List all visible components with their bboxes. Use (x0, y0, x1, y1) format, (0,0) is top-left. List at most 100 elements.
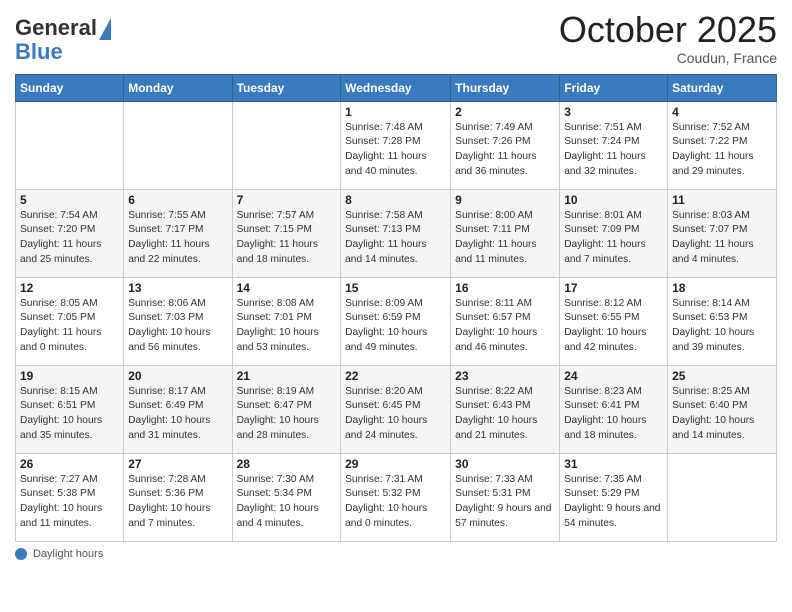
calendar-cell: 2 Sunrise: 7:49 AM Sunset: 7:26 PM Daylig… (451, 101, 560, 189)
day-number: 15 (345, 281, 446, 295)
day-info: Sunrise: 8:14 AM Sunset: 6:53 PM Dayligh… (672, 297, 772, 356)
day-info: Sunrise: 7:54 AM Sunset: 7:20 PM Dayligh… (20, 209, 119, 268)
title-block: October 2025 Coudun, France (559, 10, 777, 66)
calendar-header-row: SundayMondayTuesdayWednesdayThursdayFrid… (16, 74, 777, 101)
calendar-cell: 9 Sunrise: 8:00 AM Sunset: 7:11 PM Daylig… (451, 189, 560, 277)
calendar-cell: 12 Sunrise: 8:05 AM Sunset: 7:05 PM Dayli… (16, 277, 124, 365)
calendar-cell (668, 453, 777, 541)
col-header-friday: Friday (560, 74, 668, 101)
calendar-table: SundayMondayTuesdayWednesdayThursdayFrid… (15, 74, 777, 542)
page: General Blue October 2025 Coudun, France… (0, 0, 792, 612)
day-info: Sunrise: 8:19 AM Sunset: 6:47 PM Dayligh… (237, 385, 337, 444)
day-number: 22 (345, 369, 446, 383)
calendar-cell: 26 Sunrise: 7:27 AM Sunset: 5:38 PM Dayli… (16, 453, 124, 541)
week-row-2: 12 Sunrise: 8:05 AM Sunset: 7:05 PM Dayli… (16, 277, 777, 365)
calendar-cell: 24Sunrise: 8:23 AM Sunset: 6:41 PM Dayli… (560, 365, 668, 453)
footer-dot-icon (15, 548, 27, 560)
day-info: Sunrise: 7:33 AM Sunset: 5:31 PM Dayligh… (455, 473, 555, 532)
day-number: 23 (455, 369, 555, 383)
day-number: 14 (237, 281, 337, 295)
day-info: Sunrise: 7:52 AM Sunset: 7:22 PM Dayligh… (672, 121, 772, 180)
week-row-0: 1Sunrise: 7:48 AM Sunset: 7:28 PM Daylig… (16, 101, 777, 189)
day-info: Sunrise: 8:25 AM Sunset: 6:40 PM Dayligh… (672, 385, 772, 444)
calendar-cell: 3Sunrise: 7:51 AM Sunset: 7:24 PM Daylig… (560, 101, 668, 189)
day-info: Sunrise: 7:58 AM Sunset: 7:13 PM Dayligh… (345, 209, 446, 268)
calendar-cell: 21 Sunrise: 8:19 AM Sunset: 6:47 PM Dayli… (232, 365, 341, 453)
logo-general: General (15, 15, 97, 41)
logo-arrow-icon (99, 18, 111, 40)
calendar-cell: 20Sunrise: 8:17 AM Sunset: 6:49 PM Dayli… (124, 365, 232, 453)
day-info: Sunrise: 8:15 AM Sunset: 6:51 PM Dayligh… (20, 385, 119, 444)
day-number: 29 (345, 457, 446, 471)
day-number: 12 (20, 281, 119, 295)
footer: Daylight hours (15, 548, 777, 560)
day-info: Sunrise: 8:08 AM Sunset: 7:01 PM Dayligh… (237, 297, 337, 356)
day-number: 25 (672, 369, 772, 383)
day-number: 27 (128, 457, 227, 471)
logo: General Blue (15, 10, 111, 65)
day-info: Sunrise: 7:55 AM Sunset: 7:17 PM Dayligh… (128, 209, 227, 268)
day-info: Sunrise: 7:27 AM Sunset: 5:38 PM Dayligh… (20, 473, 119, 532)
calendar-cell: 18Sunrise: 8:14 AM Sunset: 6:53 PM Dayli… (668, 277, 777, 365)
day-number: 26 (20, 457, 119, 471)
week-row-3: 19Sunrise: 8:15 AM Sunset: 6:51 PM Dayli… (16, 365, 777, 453)
day-number: 21 (237, 369, 337, 383)
day-number: 4 (672, 105, 772, 119)
day-info: Sunrise: 7:51 AM Sunset: 7:24 PM Dayligh… (564, 121, 663, 180)
week-row-1: 5 Sunrise: 7:54 AM Sunset: 7:20 PM Daylig… (16, 189, 777, 277)
day-info: Sunrise: 8:01 AM Sunset: 7:09 PM Dayligh… (564, 209, 663, 268)
day-info: Sunrise: 8:03 AM Sunset: 7:07 PM Dayligh… (672, 209, 772, 268)
col-header-sunday: Sunday (16, 74, 124, 101)
day-info: Sunrise: 7:35 AM Sunset: 5:29 PM Dayligh… (564, 473, 663, 532)
calendar-cell: 25 Sunrise: 8:25 AM Sunset: 6:40 PM Dayli… (668, 365, 777, 453)
day-info: Sunrise: 7:30 AM Sunset: 5:34 PM Dayligh… (237, 473, 337, 532)
day-number: 6 (128, 193, 227, 207)
calendar-cell: 10Sunrise: 8:01 AM Sunset: 7:09 PM Dayli… (560, 189, 668, 277)
day-number: 9 (455, 193, 555, 207)
calendar-cell: 15 Sunrise: 8:09 AM Sunset: 6:59 PM Dayli… (341, 277, 451, 365)
day-info: Sunrise: 7:57 AM Sunset: 7:15 PM Dayligh… (237, 209, 337, 268)
day-number: 31 (564, 457, 663, 471)
day-number: 16 (455, 281, 555, 295)
calendar-cell: 7 Sunrise: 7:57 AM Sunset: 7:15 PM Daylig… (232, 189, 341, 277)
day-number: 24 (564, 369, 663, 383)
day-info: Sunrise: 7:48 AM Sunset: 7:28 PM Dayligh… (345, 121, 446, 180)
col-header-saturday: Saturday (668, 74, 777, 101)
calendar-cell (124, 101, 232, 189)
day-info: Sunrise: 7:31 AM Sunset: 5:32 PM Dayligh… (345, 473, 446, 532)
week-row-4: 26 Sunrise: 7:27 AM Sunset: 5:38 PM Dayli… (16, 453, 777, 541)
calendar-cell: 8Sunrise: 7:58 AM Sunset: 7:13 PM Daylig… (341, 189, 451, 277)
day-number: 2 (455, 105, 555, 119)
calendar-cell: 6 Sunrise: 7:55 AM Sunset: 7:17 PM Daylig… (124, 189, 232, 277)
day-info: Sunrise: 8:00 AM Sunset: 7:11 PM Dayligh… (455, 209, 555, 268)
calendar-cell (232, 101, 341, 189)
day-number: 13 (128, 281, 227, 295)
day-number: 5 (20, 193, 119, 207)
day-info: Sunrise: 7:28 AM Sunset: 5:36 PM Dayligh… (128, 473, 227, 532)
calendar-cell: 13 Sunrise: 8:06 AM Sunset: 7:03 PM Dayli… (124, 277, 232, 365)
calendar-cell: 5 Sunrise: 7:54 AM Sunset: 7:20 PM Daylig… (16, 189, 124, 277)
col-header-thursday: Thursday (451, 74, 560, 101)
day-info: Sunrise: 8:12 AM Sunset: 6:55 PM Dayligh… (564, 297, 663, 356)
day-info: Sunrise: 8:20 AM Sunset: 6:45 PM Dayligh… (345, 385, 446, 444)
day-info: Sunrise: 8:11 AM Sunset: 6:57 PM Dayligh… (455, 297, 555, 356)
day-info: Sunrise: 8:06 AM Sunset: 7:03 PM Dayligh… (128, 297, 227, 356)
month-title: October 2025 (559, 10, 777, 50)
calendar-cell: 27 Sunrise: 7:28 AM Sunset: 5:36 PM Dayli… (124, 453, 232, 541)
calendar-cell: 29 Sunrise: 7:31 AM Sunset: 5:32 PM Dayli… (341, 453, 451, 541)
col-header-tuesday: Tuesday (232, 74, 341, 101)
location: Coudun, France (559, 50, 777, 66)
calendar-cell (16, 101, 124, 189)
calendar-cell: 22 Sunrise: 8:20 AM Sunset: 6:45 PM Dayli… (341, 365, 451, 453)
footer-label: Daylight hours (33, 548, 103, 560)
logo-blue: Blue (15, 39, 111, 65)
day-info: Sunrise: 8:05 AM Sunset: 7:05 PM Dayligh… (20, 297, 119, 356)
day-number: 30 (455, 457, 555, 471)
day-info: Sunrise: 8:09 AM Sunset: 6:59 PM Dayligh… (345, 297, 446, 356)
day-number: 11 (672, 193, 772, 207)
day-number: 7 (237, 193, 337, 207)
calendar-cell: 30 Sunrise: 7:33 AM Sunset: 5:31 PM Dayli… (451, 453, 560, 541)
day-info: Sunrise: 7:49 AM Sunset: 7:26 PM Dayligh… (455, 121, 555, 180)
col-header-monday: Monday (124, 74, 232, 101)
calendar-cell: 28Sunrise: 7:30 AM Sunset: 5:34 PM Dayli… (232, 453, 341, 541)
